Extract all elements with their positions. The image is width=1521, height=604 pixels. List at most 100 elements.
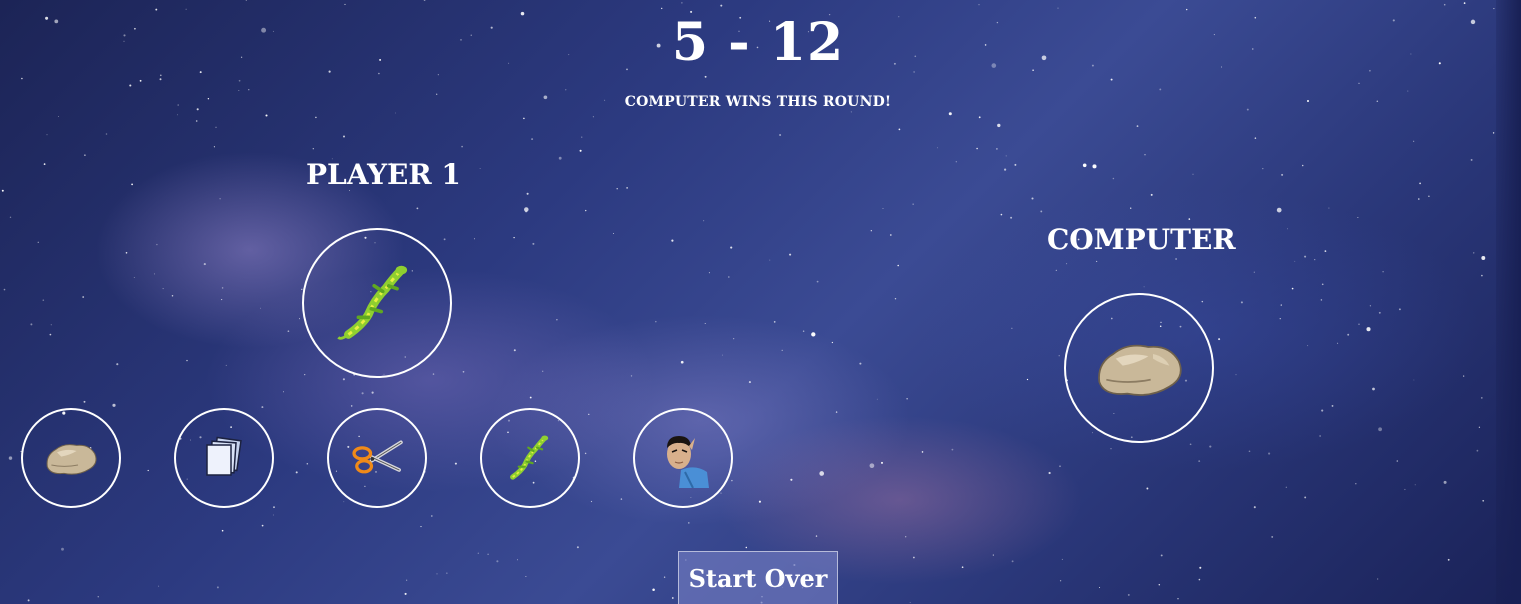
star xyxy=(1357,216,1359,218)
score-separator: - xyxy=(728,12,751,73)
star xyxy=(1150,193,1153,196)
star xyxy=(61,547,64,551)
lizard-icon xyxy=(337,265,408,340)
star xyxy=(1419,182,1421,185)
star xyxy=(1055,269,1057,272)
star xyxy=(343,501,345,503)
star xyxy=(869,463,875,469)
star xyxy=(176,114,178,116)
star xyxy=(1092,164,1097,169)
star xyxy=(260,307,262,309)
star xyxy=(1287,228,1289,230)
star xyxy=(131,183,133,186)
star xyxy=(1248,450,1251,453)
star xyxy=(882,207,884,209)
star xyxy=(565,89,567,91)
star xyxy=(876,398,878,400)
star xyxy=(1112,177,1115,180)
start-over-button[interactable]: Start Over xyxy=(678,551,838,604)
star xyxy=(454,462,457,465)
star xyxy=(156,243,158,246)
star xyxy=(789,253,792,256)
choice-spock-button[interactable] xyxy=(633,408,733,508)
star xyxy=(479,168,481,169)
star xyxy=(162,288,164,290)
star xyxy=(1337,342,1339,344)
star xyxy=(225,364,227,366)
star xyxy=(859,362,862,365)
star xyxy=(1061,558,1063,560)
star xyxy=(1493,8,1495,10)
star xyxy=(913,556,915,559)
star xyxy=(477,552,479,554)
star xyxy=(221,299,223,301)
star xyxy=(216,586,219,589)
star xyxy=(1418,198,1420,200)
star xyxy=(404,592,407,595)
star xyxy=(350,405,353,407)
star xyxy=(1396,460,1399,462)
star xyxy=(1358,82,1360,84)
star xyxy=(159,78,162,81)
star xyxy=(238,89,240,92)
star xyxy=(1059,465,1061,468)
star xyxy=(703,220,705,222)
star xyxy=(1480,397,1483,399)
star xyxy=(898,128,901,131)
computer-label: COMPUTER xyxy=(1047,223,1236,256)
choice-lizard-button[interactable] xyxy=(480,408,580,508)
star xyxy=(592,116,594,118)
star xyxy=(57,115,59,117)
star xyxy=(158,585,160,587)
star xyxy=(1281,173,1284,176)
star xyxy=(315,116,317,119)
star xyxy=(1268,452,1271,455)
star xyxy=(1254,137,1257,139)
star xyxy=(1304,255,1307,258)
star xyxy=(195,120,198,122)
star xyxy=(1144,154,1146,156)
star xyxy=(652,588,655,592)
star xyxy=(909,601,911,604)
star xyxy=(688,522,690,524)
rock-icon xyxy=(46,444,97,475)
star xyxy=(342,135,346,138)
player-score: 5 xyxy=(671,12,709,73)
choice-rock-button[interactable] xyxy=(21,408,121,508)
star xyxy=(671,239,674,242)
star xyxy=(171,295,174,297)
star xyxy=(680,360,684,364)
star xyxy=(513,349,516,352)
star xyxy=(1404,488,1406,491)
star xyxy=(748,381,751,384)
star xyxy=(1321,409,1324,412)
star xyxy=(1276,207,1282,213)
star xyxy=(811,332,816,337)
star xyxy=(1413,379,1415,381)
star xyxy=(462,370,465,373)
star xyxy=(731,479,733,482)
star xyxy=(1175,258,1178,260)
star xyxy=(1159,88,1162,91)
choice-paper-button[interactable] xyxy=(174,408,274,508)
star xyxy=(416,207,419,210)
star xyxy=(1092,432,1093,434)
rock-icon xyxy=(1098,344,1182,396)
star xyxy=(371,391,374,394)
star xyxy=(1321,283,1324,286)
star xyxy=(978,4,980,6)
star xyxy=(704,75,707,78)
star xyxy=(819,471,825,476)
star xyxy=(955,161,957,163)
star xyxy=(831,341,834,344)
star xyxy=(655,320,657,323)
star xyxy=(1127,593,1130,596)
player-choice-display xyxy=(302,228,452,378)
choice-scissors-button[interactable] xyxy=(327,408,427,508)
star xyxy=(815,535,818,537)
star xyxy=(238,79,241,82)
star xyxy=(261,406,264,409)
star xyxy=(1307,345,1309,347)
star xyxy=(272,514,274,516)
star xyxy=(287,330,290,333)
